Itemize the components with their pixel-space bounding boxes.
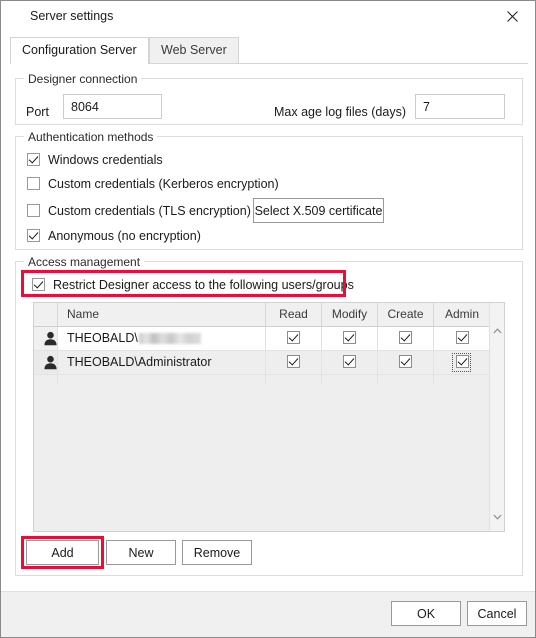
restrict-designer-access-label: Restrict Designer access to the followin… (53, 277, 354, 292)
row-modify-cell[interactable] (322, 351, 378, 374)
modify-checkbox[interactable] (343, 331, 356, 345)
checkbox-anonymous[interactable]: Anonymous (no encryption) (27, 227, 201, 244)
empty-cell (34, 375, 58, 383)
dialog-footer: OK Cancel (1, 591, 535, 637)
grid-header-icon-col (34, 303, 58, 326)
anonymous-label: Anonymous (no encryption) (48, 228, 201, 243)
row-modify-cell[interactable] (322, 327, 378, 350)
windows-credentials-label: Windows credentials (48, 152, 163, 167)
designer-connection-legend: Designer connection (24, 72, 142, 86)
table-row[interactable]: THEOBALD\Administrator (34, 351, 490, 375)
row-create-cell[interactable] (378, 327, 434, 350)
server-settings-dialog: Server settings Configuration Server Web… (0, 0, 536, 638)
read-checkbox[interactable] (287, 331, 300, 345)
empty-cell (58, 375, 266, 383)
grid-vertical-scrollbar[interactable] (489, 303, 504, 531)
row-icon-cell (34, 327, 58, 350)
redacted-username (138, 332, 201, 344)
create-checkbox[interactable] (399, 355, 412, 369)
read-checkbox[interactable] (287, 355, 300, 369)
window-title: Server settings (30, 9, 114, 23)
custom-credentials-tls-label: Custom credentials (TLS encryption) (48, 203, 251, 218)
table-row[interactable]: THEOBALD\ (34, 327, 490, 351)
cancel-button[interactable]: Cancel (467, 601, 527, 626)
restrict-designer-access-checkbox-box[interactable] (32, 278, 45, 291)
grid-empty-row (34, 375, 490, 399)
empty-cell (378, 375, 434, 383)
windows-credentials-checkbox-box[interactable] (27, 153, 40, 166)
grid-header-row: Name Read Modify Create Admin (34, 303, 490, 327)
admin-checkbox[interactable] (455, 355, 469, 369)
custom-credentials-kerberos-checkbox-box[interactable] (27, 177, 40, 190)
row-icon-cell (34, 351, 58, 374)
row-read-cell[interactable] (266, 327, 322, 350)
access-management-legend: Access management (24, 255, 145, 269)
row-name-cell: THEOBALD\Administrator (58, 351, 266, 374)
remove-button[interactable]: Remove (182, 540, 252, 565)
row-name-cell: THEOBALD\ (58, 327, 266, 350)
custom-credentials-tls-checkbox-box[interactable] (27, 204, 40, 217)
port-input[interactable] (63, 94, 162, 119)
tab-web-server-label: Web Server (161, 43, 227, 57)
scrollbar-down-button[interactable] (490, 509, 504, 525)
grid-header-admin[interactable]: Admin (434, 303, 490, 326)
close-button[interactable] (490, 1, 535, 31)
person-icon (43, 355, 57, 370)
add-button[interactable]: Add (26, 540, 99, 565)
authentication-methods-legend: Authentication methods (24, 130, 158, 144)
empty-cell (434, 375, 490, 383)
grid-header-modify[interactable]: Modify (322, 303, 378, 326)
scrollbar-up-button[interactable] (490, 323, 504, 339)
select-certificate-button[interactable]: Select X.509 certificate (253, 198, 384, 223)
grid-header-name[interactable]: Name (58, 303, 266, 326)
checkbox-custom-credentials-kerberos[interactable]: Custom credentials (Kerberos encryption) (27, 175, 279, 192)
row-create-cell[interactable] (378, 351, 434, 374)
row-name-text: THEOBALD\ (67, 331, 138, 345)
port-label: Port (26, 105, 49, 119)
tab-strip: Configuration Server Web Server (10, 37, 528, 64)
grid-header-read[interactable]: Read (266, 303, 322, 326)
checkbox-custom-credentials-tls[interactable]: Custom credentials (TLS encryption) → (27, 202, 270, 219)
max-age-log-files-label: Max age log files (days) (274, 105, 407, 119)
modify-checkbox[interactable] (343, 355, 356, 369)
admin-checkbox[interactable] (455, 331, 469, 345)
create-checkbox[interactable] (399, 331, 412, 345)
tab-configuration-server-label: Configuration Server (22, 43, 137, 57)
new-button[interactable]: New (106, 540, 176, 565)
grid-header-create[interactable]: Create (378, 303, 434, 326)
access-list-grid[interactable]: Name Read Modify Create Admin THEOBALD\ (33, 302, 505, 532)
custom-credentials-kerberos-label: Custom credentials (Kerberos encryption) (48, 176, 279, 191)
empty-cell (322, 375, 378, 383)
ok-button[interactable]: OK (391, 601, 461, 626)
tab-configuration-server[interactable]: Configuration Server (10, 37, 149, 64)
person-icon (43, 331, 57, 346)
row-admin-cell[interactable] (434, 327, 490, 350)
checkbox-windows-credentials[interactable]: Windows credentials (27, 151, 163, 168)
tab-web-server[interactable]: Web Server (149, 37, 239, 63)
row-admin-cell[interactable] (434, 351, 490, 374)
empty-cell (266, 375, 322, 383)
restrict-designer-access-checkbox-row[interactable]: Restrict Designer access to the followin… (32, 276, 354, 293)
title-bar: Server settings (1, 1, 535, 32)
max-age-log-files-input[interactable] (415, 94, 505, 119)
anonymous-checkbox-box[interactable] (27, 229, 40, 242)
row-read-cell[interactable] (266, 351, 322, 374)
